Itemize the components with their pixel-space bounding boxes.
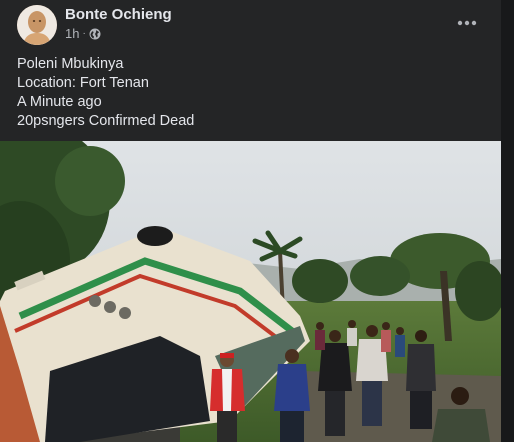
post-text-line: A Minute ago — [17, 94, 102, 110]
post-header: Bonte Ochieng 1h · — [0, 0, 501, 48]
post-meta: 1h · — [65, 26, 101, 41]
more-options-icon — [457, 20, 477, 26]
accident-scene-image — [0, 141, 501, 442]
post-photo[interactable] — [0, 141, 501, 442]
post-text-line: Poleni Mbukinya — [17, 56, 124, 72]
post-text-line: 20psngers Confirmed Dead — [17, 113, 195, 129]
post-text-line: Location: Fort Tenan — [17, 75, 149, 91]
author-avatar[interactable] — [17, 5, 57, 45]
post-timestamp[interactable]: 1h — [65, 26, 79, 41]
globe-icon[interactable] — [89, 28, 101, 40]
avatar-photo — [17, 5, 57, 45]
post-message: Poleni Mbukinya Location: Fort Tenan A M… — [17, 55, 487, 131]
more-options-button[interactable] — [452, 10, 482, 36]
facebook-post: Bonte Ochieng 1h · Poleni Mbukinya Locat… — [0, 0, 501, 442]
meta-separator: · — [82, 28, 86, 39]
author-name[interactable]: Bonte Ochieng — [65, 6, 172, 23]
